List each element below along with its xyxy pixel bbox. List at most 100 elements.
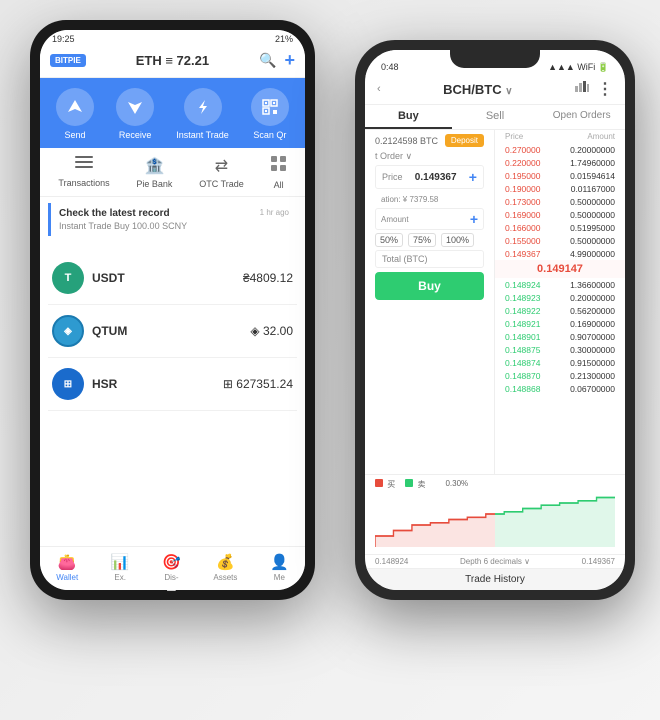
bnav-wallet[interactable]: 👛 Wallet — [56, 553, 78, 582]
qr-icon — [251, 88, 289, 126]
buy-button[interactable]: Buy — [375, 272, 484, 300]
price-value[interactable]: 0.149367 — [415, 172, 457, 183]
all-icon — [271, 156, 287, 177]
search-icon[interactable]: 🔍 — [259, 52, 276, 69]
pct-75[interactable]: 75% — [408, 233, 436, 247]
asset-list: T USDT ₴4809.12 ◈ QTUM ◈ 32.00 ⊞ HSR — [40, 252, 305, 546]
legend-buy: 买 — [375, 479, 395, 490]
buy-price-5: 0.148901 — [505, 332, 540, 342]
scene: 19:25 21% BITPIE ETH ≡ 72.21 🔍 + Send — [0, 0, 660, 720]
sell-price-8: 0.155000 — [505, 236, 540, 246]
deposit-button[interactable]: Deposit — [445, 134, 484, 147]
mid-price: 0.149147 — [495, 260, 625, 278]
price-input-row: Price 0.149367 + — [375, 165, 484, 189]
order-row: 0.173000 0.50000000 — [495, 195, 625, 208]
order-type[interactable]: t Order ∨ — [375, 151, 484, 162]
android-status-bar: 19:25 21% — [40, 30, 305, 46]
order-row: 0.148923 0.20000000 — [495, 291, 625, 304]
sell-price-3: 0.195000 — [505, 171, 540, 181]
android-phone: 19:25 21% BITPIE ETH ≡ 72.21 🔍 + Send — [30, 20, 315, 600]
buy-price-8: 0.148870 — [505, 371, 540, 381]
bnav-assets[interactable]: 💰 Assets — [213, 553, 237, 582]
instant-trade-action[interactable]: Instant Trade — [176, 88, 229, 140]
tab-buy[interactable]: Buy — [365, 105, 452, 129]
price-label: Price — [382, 172, 403, 182]
bnav-me[interactable]: 👤 Me — [270, 553, 289, 582]
receive-icon — [116, 88, 154, 126]
tab-sell[interactable]: Sell — [452, 105, 539, 129]
send-label: Send — [65, 130, 86, 140]
buy-amt-6: 0.30000000 — [570, 345, 615, 355]
buy-price-2: 0.148923 — [505, 293, 540, 303]
pct-50[interactable]: 50% — [375, 233, 403, 247]
sell-amt-9: 4.99000000 — [570, 249, 615, 259]
pie-bank-icon: 🏦 — [144, 156, 164, 176]
nav-transactions[interactable]: Transactions — [58, 156, 109, 190]
sell-amt-8: 0.50000000 — [570, 236, 615, 246]
eth-balance: ETH ≡ 72.21 — [136, 53, 209, 68]
ex-icon: 📊 — [111, 553, 130, 571]
pct-100[interactable]: 100% — [441, 233, 474, 247]
back-btn[interactable]: ↵ — [137, 578, 148, 594]
sell-amt-7: 0.51995000 — [570, 223, 615, 233]
nav-all[interactable]: All — [271, 156, 287, 190]
order-row: 0.166000 0.51995000 — [495, 221, 625, 234]
send-action[interactable]: Send — [56, 88, 94, 140]
android-screen: 19:25 21% BITPIE ETH ≡ 72.21 🔍 + Send — [40, 30, 305, 590]
amount-label: Amount — [381, 215, 409, 224]
scan-qr-action[interactable]: Scan Qr — [251, 88, 289, 140]
sell-price-4: 0.190000 — [505, 184, 540, 194]
recent-btn[interactable]: ← — [195, 578, 208, 594]
bnav-ex[interactable]: 📊 Ex. — [111, 553, 130, 582]
buy-amt-8: 0.21300000 — [570, 371, 615, 381]
transactions-label: Transactions — [58, 178, 109, 188]
asset-hsr[interactable]: ⊞ HSR ⊞ 627351.24 — [48, 358, 297, 411]
order-row: 0.149367 4.99000000 — [495, 247, 625, 260]
otc-icon: ⇄ — [215, 156, 228, 176]
more-icon[interactable]: ⋮ — [597, 79, 613, 99]
trading-main: 0.2124598 BTC Deposit t Order ∨ Price 0.… — [365, 130, 625, 474]
buy-orders: 0.148924 1.36600000 0.148923 0.20000000 … — [495, 278, 625, 395]
depth-xmin: 0.148924 — [375, 557, 408, 566]
buy-price-9: 0.148868 — [505, 384, 540, 394]
usdt-amount: ₴4809.12 — [243, 271, 293, 285]
sell-orders: 0.270000 0.20000000 0.220000 1.74960000 … — [495, 143, 625, 260]
trade-tabs: Buy Sell Open Orders — [365, 105, 625, 130]
price-col-header: Price — [505, 132, 523, 141]
amount-input-row: Amount + — [375, 208, 484, 230]
buy-section: 0.2124598 BTC Deposit t Order ∨ Price 0.… — [365, 130, 494, 308]
chart-pct: 0.30% — [445, 479, 468, 490]
wallet-label: Wallet — [56, 573, 78, 582]
depth-chevron-icon[interactable]: ∨ — [524, 557, 530, 566]
asset-usdt[interactable]: T USDT ₴4809.12 — [48, 252, 297, 305]
order-row: 0.148921 0.16900000 — [495, 317, 625, 330]
sell-amt-2: 1.74960000 — [570, 158, 615, 168]
order-row: 0.148868 0.06700000 — [495, 382, 625, 395]
buy-amt-1: 1.36600000 — [570, 280, 615, 290]
iphone-header: ‹ BCH/BTC ∨ ⋮ — [365, 76, 625, 105]
back-chevron-icon[interactable]: ‹ — [377, 83, 381, 95]
iphone-notch — [450, 50, 540, 68]
home-btn[interactable]: ◻ — [166, 578, 177, 594]
decimals-value: 6 decimals — [484, 557, 522, 566]
tab-open-orders[interactable]: Open Orders — [538, 105, 625, 129]
col-headers: Price Amount — [495, 130, 625, 143]
balance-row: 0.2124598 BTC Deposit — [375, 134, 484, 147]
sell-price-7: 0.166000 — [505, 223, 540, 233]
order-book: Price Amount 0.270000 0.20000000 0.22000… — [495, 130, 625, 474]
order-row: 0.195000 0.01594614 — [495, 169, 625, 182]
receive-action[interactable]: Receive — [116, 88, 154, 140]
all-label: All — [274, 180, 284, 190]
nav-otc-trade[interactable]: ⇄ OTC Trade — [199, 156, 244, 190]
send-icon — [56, 88, 94, 126]
asset-qtum[interactable]: ◈ QTUM ◈ 32.00 — [48, 305, 297, 358]
chart-icon[interactable] — [575, 79, 589, 99]
nav-pie-bank[interactable]: 🏦 Pie Bank — [136, 156, 172, 190]
amount-plus-btn[interactable]: + — [470, 211, 478, 227]
sell-amt-6: 0.50000000 — [570, 210, 615, 220]
depth-xmax: 0.149367 — [582, 557, 615, 566]
trade-history-button[interactable]: Trade History — [365, 568, 625, 590]
add-icon[interactable]: + — [284, 50, 295, 71]
dropdown-chevron-icon[interactable]: ∨ — [505, 86, 512, 97]
price-plus-btn[interactable]: + — [469, 169, 477, 185]
